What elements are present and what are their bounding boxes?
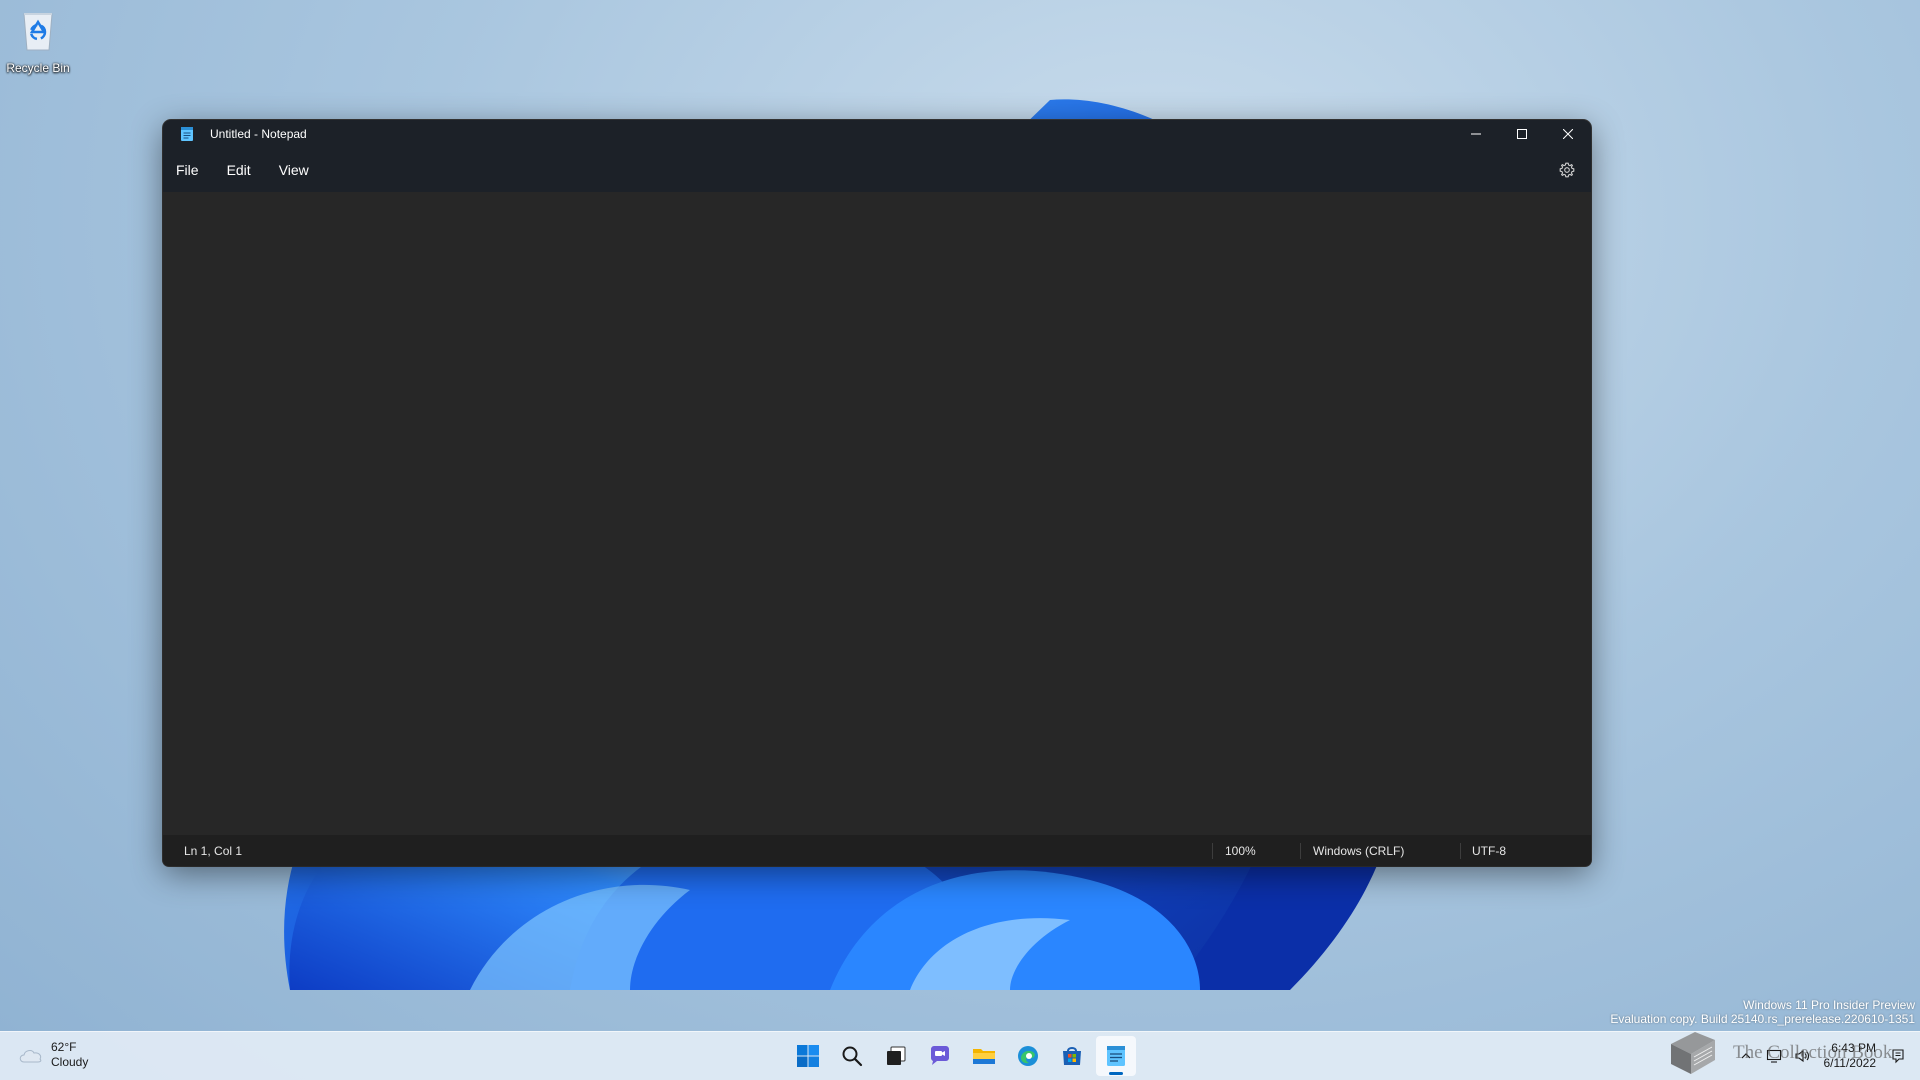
menu-view[interactable]: View	[266, 156, 322, 184]
edge-button[interactable]	[1008, 1036, 1048, 1076]
status-divider	[1300, 843, 1301, 859]
task-view-icon	[887, 1046, 906, 1065]
minimize-button[interactable]	[1453, 120, 1499, 148]
title-bar[interactable]: Untitled - Notepad	[163, 120, 1591, 148]
task-view-button[interactable]	[876, 1036, 916, 1076]
overlay-watermark-text: The Collection Book	[1733, 1042, 1893, 1063]
weather-condition: Cloudy	[51, 1055, 89, 1069]
start-button[interactable]	[788, 1036, 828, 1076]
cursor-position: Ln 1, Col 1	[184, 843, 243, 858]
menu-edit[interactable]: Edit	[214, 156, 264, 184]
minimize-icon	[1471, 133, 1481, 135]
edge-icon	[1018, 1046, 1038, 1066]
settings-button[interactable]	[1553, 156, 1581, 184]
menu-file[interactable]: File	[163, 156, 212, 184]
weather-widget[interactable]: 62°F Cloudy	[17, 1040, 88, 1070]
notepad-taskbar-button[interactable]	[1096, 1036, 1136, 1076]
status-divider	[1460, 843, 1461, 859]
notepad-window[interactable]: Untitled - Notepad File Edit View Ln 1, …	[163, 120, 1591, 866]
recycle-bin-icon	[23, 13, 53, 51]
line-ending[interactable]: Windows (CRLF)	[1313, 844, 1404, 858]
gear-icon	[1559, 162, 1575, 178]
notepad-icon	[1107, 1046, 1125, 1066]
desktop: Recycle Bin Untitled - Notepad File Edit…	[0, 0, 1920, 1080]
zoom-level[interactable]: 100%	[1225, 844, 1256, 858]
search-button[interactable]	[832, 1036, 872, 1076]
maximize-icon	[1517, 129, 1527, 139]
taskbar-apps	[788, 1036, 1140, 1076]
search-icon	[842, 1046, 863, 1067]
watermark-line-1: Windows 11 Pro Insider Preview	[1743, 998, 1915, 1012]
notepad-icon	[181, 127, 193, 141]
weather-temperature: 62°F	[51, 1040, 77, 1054]
evaluation-watermark: Windows 11 Pro Insider Preview Evaluatio…	[1610, 998, 1915, 1026]
notification-icon	[1892, 1049, 1904, 1064]
book-icon	[1671, 1032, 1715, 1074]
teams-chat-icon	[931, 1046, 949, 1065]
running-indicator	[1109, 1072, 1123, 1075]
close-button[interactable]	[1545, 120, 1591, 148]
close-icon	[1563, 129, 1573, 139]
maximize-button[interactable]	[1499, 120, 1545, 148]
status-bar: Ln 1, Col 1 100% Windows (CRLF) UTF-8	[163, 835, 1591, 866]
file-explorer-icon	[973, 1049, 995, 1064]
caption-buttons	[1453, 120, 1591, 148]
taskbar: 62°F Cloudy 6:43 PM 6/11/2022	[0, 1031, 1920, 1080]
store-icon	[1063, 1047, 1081, 1065]
window-title: Untitled - Notepad	[210, 127, 307, 141]
menu-bar: File Edit View	[163, 148, 1591, 192]
chat-button[interactable]	[920, 1036, 960, 1076]
file-explorer-button[interactable]	[964, 1036, 1004, 1076]
watermark-line-2: Evaluation copy. Build 25140.rs_prerelea…	[1610, 1012, 1915, 1026]
desktop-icon-label: Recycle Bin	[6, 61, 70, 75]
cloudy-icon	[19, 1050, 42, 1063]
desktop-icon-recycle-bin[interactable]: Recycle Bin	[4, 8, 72, 75]
status-divider	[1212, 843, 1213, 859]
encoding[interactable]: UTF-8	[1472, 844, 1506, 858]
text-editor[interactable]	[163, 192, 1591, 835]
store-button[interactable]	[1052, 1036, 1092, 1076]
start-icon	[797, 1045, 819, 1067]
